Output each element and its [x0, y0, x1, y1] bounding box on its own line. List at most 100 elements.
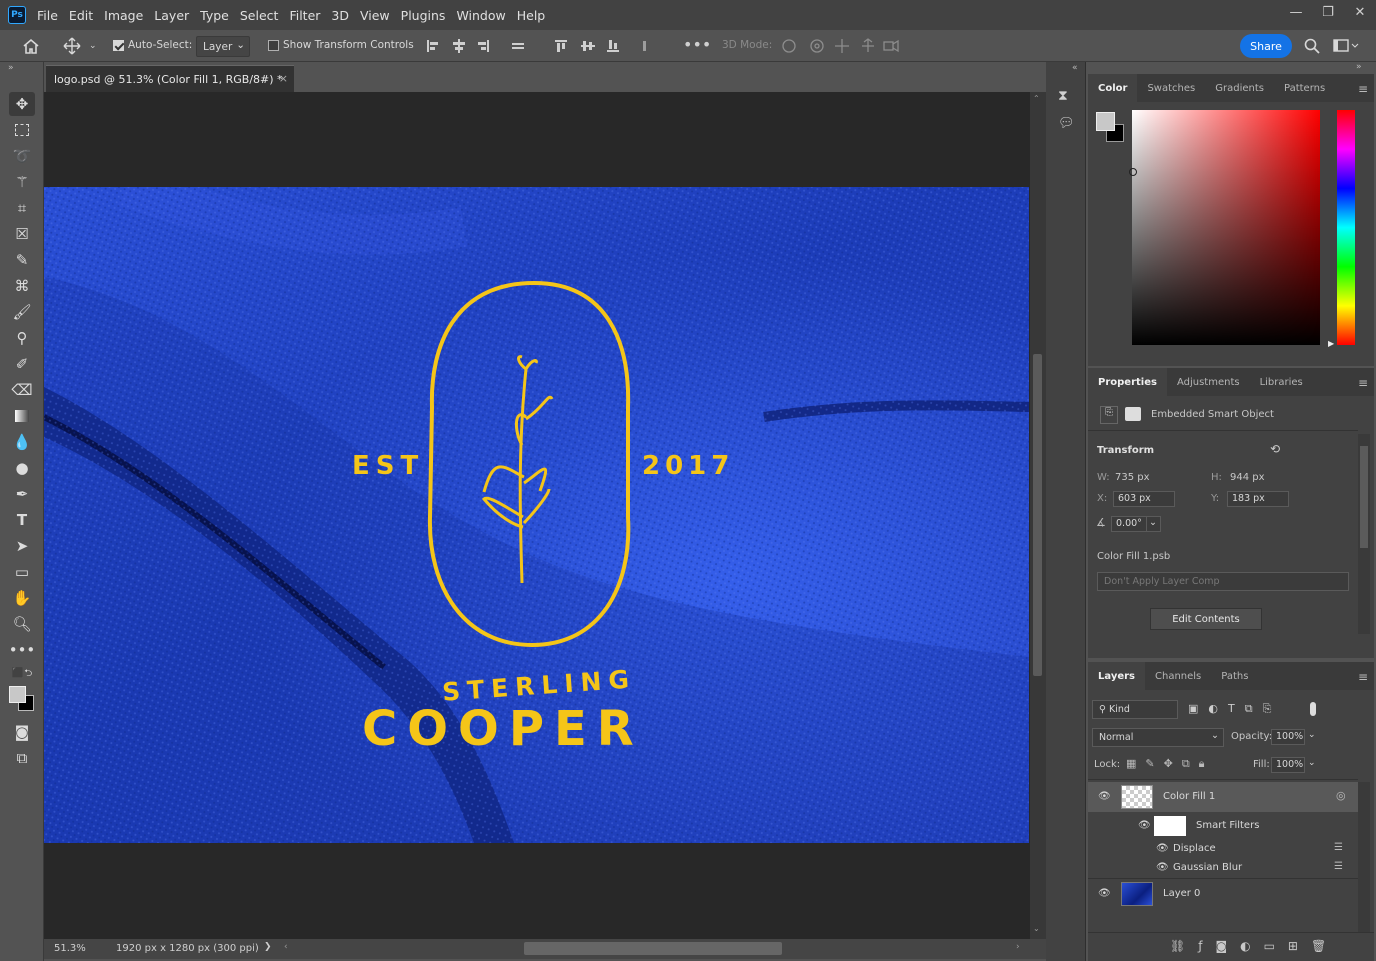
eraser-tool-icon[interactable]: ⌫ — [9, 378, 35, 402]
expand-panels-icon[interactable]: » — [1356, 62, 1362, 72]
properties-scrollbar[interactable] — [1358, 434, 1370, 634]
filter-options-icon[interactable]: ☰ — [1334, 842, 1343, 853]
history-panel-icon[interactable]: ⧗ — [1058, 88, 1068, 104]
magic-wand-tool-icon[interactable]: ⚚ — [9, 170, 35, 194]
visibility-eye-icon[interactable]: 👁︎ — [1098, 791, 1111, 802]
marquee-tool-icon[interactable] — [9, 118, 35, 142]
height-value[interactable]: 944 px — [1230, 472, 1265, 483]
layer-row-color-fill-1[interactable]: 👁︎ Color Fill 1 ◎ — [1088, 782, 1358, 812]
close-window-button[interactable]: ✕ — [1344, 0, 1376, 24]
menu-edit[interactable]: Edit — [68, 6, 94, 25]
layer-row-gaussian-blur[interactable]: 👁︎ Gaussian Blur ☰ — [1088, 859, 1358, 878]
dodge-tool-icon[interactable]: ● — [9, 456, 35, 480]
collapse-panel-icon[interactable]: « — [1072, 63, 1078, 73]
lasso-tool-icon[interactable]: ➰ — [9, 144, 35, 168]
y-position-field[interactable]: 183 px — [1227, 491, 1289, 507]
tab-properties[interactable]: Properties — [1088, 368, 1167, 396]
artwork-canvas[interactable]: EST 2017 STERLING COOPER — [44, 187, 1029, 843]
workspace-icon[interactable] — [1333, 39, 1359, 53]
filter-options-icon[interactable]: ☰ — [1334, 861, 1343, 872]
tab-gradients[interactable]: Gradients — [1205, 74, 1274, 102]
properties-scroll-thumb[interactable] — [1360, 446, 1368, 548]
panel-menu-icon[interactable]: ≡ — [1358, 670, 1368, 684]
more-options-icon[interactable]: ••• — [683, 35, 711, 54]
zoom-level[interactable]: 51.3% — [54, 943, 86, 954]
color-picker-cursor[interactable] — [1129, 168, 1137, 176]
hand-tool-icon[interactable]: ✋ — [9, 586, 35, 610]
layers-footer-icons[interactable]: ⛓ƒ◙◐▭⊞🗑︎ — [1170, 939, 1339, 953]
fill-field[interactable]: 100% — [1271, 757, 1305, 773]
layer-row-smart-filters[interactable]: 👁︎ Smart Filters — [1088, 812, 1358, 840]
healing-brush-tool-icon[interactable]: ⌘ — [9, 274, 35, 298]
layer-row-displace[interactable]: 👁︎ Displace ☰ — [1088, 840, 1358, 859]
crop-tool-icon[interactable]: ⌗ — [9, 196, 35, 220]
pen-tool-icon[interactable]: ✒ — [9, 482, 35, 506]
menu-type[interactable]: Type — [199, 6, 230, 25]
smart-filter-toggle-icon[interactable]: ◎ — [1336, 789, 1346, 802]
tab-channels[interactable]: Channels — [1145, 662, 1211, 690]
lock-icons[interactable]: ▦✎✥⧉🔒︎ — [1126, 757, 1214, 771]
menu-filter[interactable]: Filter — [288, 6, 321, 25]
document-tab[interactable]: logo.psd @ 51.3% (Color Fill 1, RGB/8#) … — [46, 65, 294, 92]
default-colors-icon[interactable]: ⬛⮌ — [9, 662, 35, 686]
clone-stamp-tool-icon[interactable]: ⚲ — [9, 326, 35, 350]
chevron-down-icon[interactable]: ⌄ — [89, 41, 97, 51]
maximize-button[interactable]: ❐ — [1312, 0, 1344, 24]
tab-swatches[interactable]: Swatches — [1137, 74, 1205, 102]
status-menu-icon[interactable]: ❯ — [264, 942, 272, 952]
hue-slider[interactable] — [1337, 110, 1355, 345]
eyedropper-tool-icon[interactable]: ✎ — [9, 248, 35, 272]
color-panel-swatches[interactable] — [1096, 112, 1126, 142]
canvas-vertical-scrollbar[interactable]: ⌃ ⌄ — [1030, 92, 1046, 939]
menu-view[interactable]: View — [359, 6, 391, 25]
auto-select-checkbox[interactable] — [113, 40, 124, 51]
filter-toggle-icon[interactable] — [1310, 702, 1316, 716]
comments-panel-icon[interactable]: 💬︎ — [1058, 116, 1075, 131]
share-button[interactable]: Share — [1240, 34, 1292, 58]
menu-layer[interactable]: Layer — [153, 6, 190, 25]
blend-mode-dropdown[interactable]: Normal ⌄ — [1092, 728, 1224, 747]
screen-mode-icon[interactable]: ⧉ — [9, 746, 35, 770]
collapse-panel-icon[interactable]: » — [8, 63, 14, 73]
mask-icon[interactable] — [1125, 407, 1141, 421]
align-icons-group[interactable] — [425, 38, 530, 54]
path-selection-tool-icon[interactable]: ➤ — [9, 534, 35, 558]
history-brush-tool-icon[interactable]: ✐ — [9, 352, 35, 376]
tab-adjustments[interactable]: Adjustments — [1167, 368, 1250, 396]
layer-row-layer-0[interactable]: 👁︎ Layer 0 — [1088, 879, 1358, 909]
panel-menu-icon[interactable]: ≡ — [1358, 82, 1368, 96]
color-swatches[interactable] — [9, 686, 35, 712]
edit-contents-button[interactable]: Edit Contents — [1150, 608, 1262, 630]
reset-transform-icon[interactable]: ⟲ — [1270, 442, 1280, 456]
x-position-field[interactable]: 603 px — [1113, 491, 1175, 507]
scroll-left-icon[interactable]: ‹ — [284, 942, 288, 952]
type-tool-icon[interactable]: T — [9, 508, 35, 532]
edit-toolbar-icon[interactable]: ••• — [9, 638, 36, 662]
home-icon[interactable] — [22, 38, 40, 54]
tab-layers[interactable]: Layers — [1088, 662, 1145, 690]
auto-select-target-dropdown[interactable]: Layer ⌄ — [196, 36, 250, 57]
move-tool-icon[interactable]: ✥ — [9, 92, 35, 116]
menu-plugins[interactable]: Plugins — [400, 6, 447, 25]
menu-3d[interactable]: 3D — [330, 6, 350, 25]
layer-filter-icons[interactable]: ▣◐T⧉⎘ — [1188, 702, 1281, 716]
close-tab-icon[interactable]: × — [279, 72, 288, 85]
opacity-field[interactable]: 100% — [1271, 729, 1305, 745]
tab-patterns[interactable]: Patterns — [1274, 74, 1335, 102]
layer-filter-dropdown[interactable]: ⚲ Kind — [1092, 700, 1178, 719]
angle-field[interactable]: 0.00° — [1111, 516, 1151, 532]
3d-mode-icons[interactable] — [780, 37, 908, 55]
color-field[interactable] — [1129, 110, 1320, 345]
width-value[interactable]: 735 px — [1115, 472, 1150, 483]
move-tool-icon[interactable] — [63, 37, 81, 55]
chevron-down-icon[interactable]: ⌄ — [1308, 730, 1316, 740]
search-icon[interactable] — [1304, 38, 1320, 54]
angle-dropdown[interactable]: ⌄ — [1146, 516, 1161, 532]
show-transform-checkbox[interactable] — [268, 40, 279, 51]
menu-image[interactable]: Image — [103, 6, 144, 25]
scroll-up-icon[interactable]: ⌃ — [1033, 94, 1040, 103]
scroll-down-icon[interactable]: ⌄ — [1033, 924, 1040, 933]
visibility-eye-icon[interactable]: 👁︎ — [1138, 820, 1151, 831]
layers-scrollbar[interactable] — [1358, 782, 1370, 932]
frame-tool-icon[interactable]: ☒ — [9, 222, 35, 246]
